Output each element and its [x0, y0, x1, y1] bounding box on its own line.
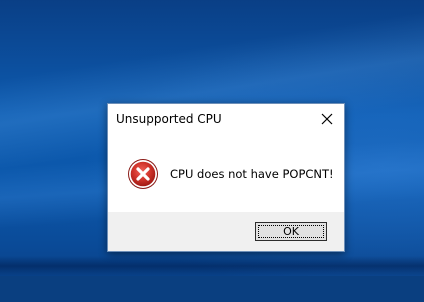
- dialog-footer: OK: [108, 212, 344, 251]
- close-icon: [321, 113, 333, 125]
- desktop-background: Unsupported CPU CPU does not have POPCNT…: [0, 0, 424, 302]
- wallpaper-dark-band: [0, 256, 424, 276]
- wallpaper-bottom-band: [0, 276, 424, 302]
- ok-button-label: OK: [283, 225, 299, 238]
- error-dialog: Unsupported CPU CPU does not have POPCNT…: [107, 103, 345, 252]
- dialog-title: Unsupported CPU: [116, 112, 222, 126]
- dialog-content: CPU does not have POPCNT!: [108, 135, 344, 212]
- close-button[interactable]: [316, 109, 338, 129]
- dialog-titlebar[interactable]: Unsupported CPU: [108, 104, 344, 135]
- ok-button[interactable]: OK: [255, 222, 327, 241]
- error-icon: [127, 158, 159, 190]
- error-message: CPU does not have POPCNT!: [170, 167, 334, 181]
